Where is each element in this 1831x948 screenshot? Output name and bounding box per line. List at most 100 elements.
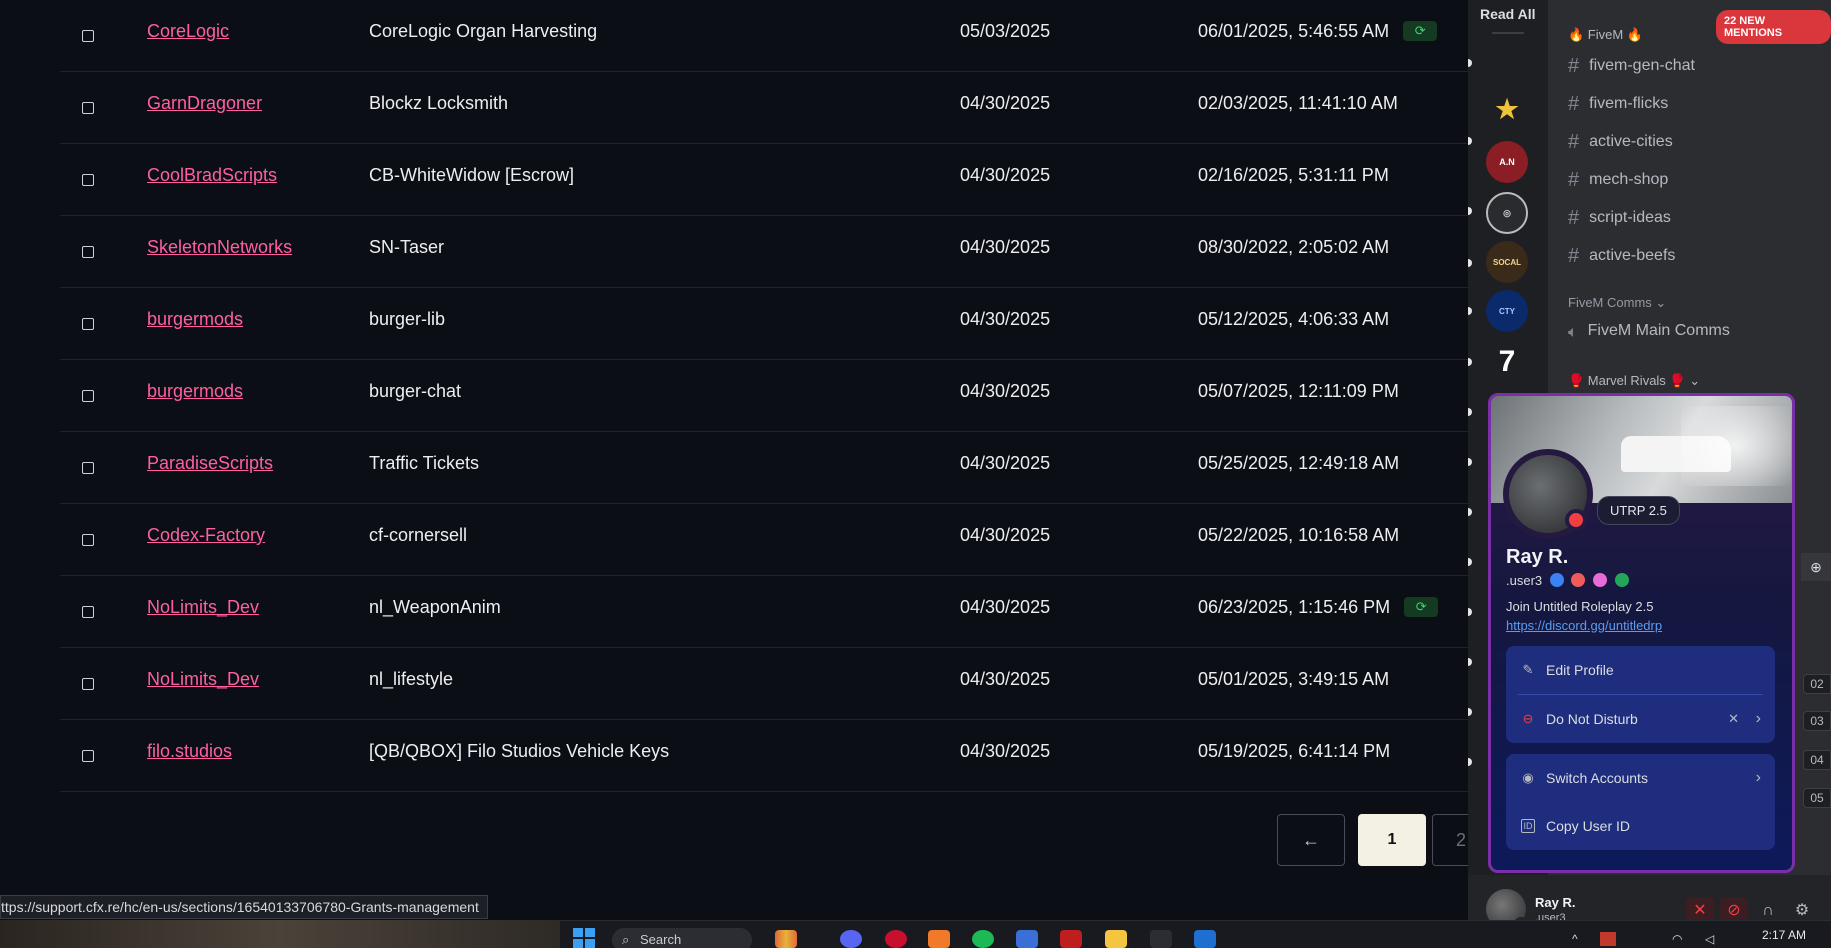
created-date: 04/30/2025: [960, 453, 1051, 473]
hash-icon: #: [1568, 93, 1580, 115]
server-seven-icon[interactable]: 7: [1486, 341, 1528, 383]
author-link[interactable]: CoreLogic: [147, 21, 229, 42]
author-link[interactable]: GarnDragoner: [147, 93, 262, 114]
page-2-button[interactable]: 2: [1432, 814, 1468, 866]
add-member-icon[interactable]: ⊕: [1801, 553, 1831, 581]
badge-heart-icon[interactable]: [1571, 573, 1586, 587]
created-date: 04/30/2025: [960, 525, 1051, 545]
new-mentions-badge[interactable]: 22 NEW MENTIONS: [1716, 10, 1831, 44]
author-link[interactable]: NoLimits_Dev: [147, 669, 259, 690]
server-county-icon[interactable]: CTY: [1486, 290, 1528, 332]
page-1-button[interactable]: 1: [1358, 814, 1426, 866]
author-link[interactable]: Codex-Factory: [147, 525, 265, 546]
taskbar-app-icon[interactable]: [1150, 930, 1172, 948]
row-checkbox[interactable]: [82, 102, 94, 114]
copy-user-id-button[interactable]: ID Copy User ID: [1506, 802, 1775, 850]
prev-page-button[interactable]: ←: [1277, 814, 1345, 866]
edit-profile-button[interactable]: ✎ Edit Profile: [1506, 646, 1775, 694]
channel-label: FiveM Main Comms: [1587, 322, 1730, 339]
profile-invite-link[interactable]: https://discord.gg/untitledrp: [1506, 618, 1662, 633]
windows-start-icon[interactable]: [573, 928, 595, 948]
author-link[interactable]: filo.studios: [147, 741, 232, 762]
file-explorer-taskbar-icon[interactable]: [1105, 930, 1127, 948]
author-link[interactable]: burgermods: [147, 309, 243, 330]
row-checkbox[interactable]: [82, 246, 94, 258]
id-icon: ID: [1521, 819, 1535, 833]
volume-icon[interactable]: ◁: [1705, 932, 1714, 946]
updated-timestamp: 02/16/2025, 5:31:11 PM: [1198, 165, 1389, 186]
list-number-tab: 05: [1803, 788, 1831, 808]
taskbar-app-icon[interactable]: [1016, 930, 1038, 948]
unread-pip: [1468, 658, 1472, 666]
unread-pip: [1468, 207, 1472, 215]
refresh-icon: ⟳: [1403, 21, 1438, 41]
server-california-icon[interactable]: SOCAL: [1486, 241, 1528, 283]
taskbar-search[interactable]: ⌕ Search: [612, 928, 752, 948]
row-checkbox[interactable]: [82, 534, 94, 546]
created-date: 04/30/2025: [960, 741, 1051, 761]
updated-timestamp: 02/03/2025, 11:41:10 AM: [1198, 93, 1398, 114]
channel-label: active-beefs: [1589, 247, 1676, 264]
updated-text: 05/25/2025, 12:49:18 AM: [1198, 453, 1400, 473]
resource-name: CoreLogic Organ Harvesting: [369, 21, 598, 41]
row-checkbox[interactable]: [82, 678, 94, 690]
taskbar-app-icon[interactable]: [928, 930, 950, 948]
updated-timestamp: 05/19/2025, 6:41:14 PM: [1198, 741, 1390, 762]
row-checkbox[interactable]: [82, 30, 94, 42]
author-link[interactable]: NoLimits_Dev: [147, 597, 259, 618]
channel-active-beefs[interactable]: # active-beefs: [1568, 245, 1675, 268]
dnd-icon: ⊖: [1522, 711, 1534, 726]
badge-hash-icon[interactable]: [1614, 573, 1629, 587]
row-checkbox[interactable]: [82, 750, 94, 762]
row-checkbox[interactable]: [82, 606, 94, 618]
refresh-icon: ⟳: [1404, 597, 1439, 617]
switch-accounts-button[interactable]: ◉ Switch Accounts ›: [1506, 754, 1775, 802]
author-link[interactable]: CoolBradScripts: [147, 165, 277, 186]
read-all-button[interactable]: Read All: [1480, 6, 1536, 22]
channel-script-ideas[interactable]: # script-ideas: [1568, 207, 1671, 230]
filezilla-taskbar-icon[interactable]: [1060, 930, 1082, 948]
badge-nitro-icon[interactable]: [1593, 573, 1608, 587]
taskbar-clock[interactable]: 2:17 AM: [1762, 928, 1806, 942]
user-name[interactable]: Ray R.: [1535, 895, 1575, 910]
row-checkbox[interactable]: [82, 390, 94, 402]
taskbar-app-icon[interactable]: [775, 930, 797, 948]
row-checkbox[interactable]: [82, 174, 94, 186]
list-number-tab: 02: [1803, 674, 1831, 694]
wifi-icon[interactable]: ◠: [1672, 932, 1682, 946]
hash-icon: #: [1568, 245, 1580, 267]
channel-fivem-gen-chat[interactable]: # fivem-gen-chat: [1568, 55, 1695, 78]
category-fivem[interactable]: 🔥 FiveM 🔥: [1568, 27, 1643, 43]
category-marvel-rivals[interactable]: 🥊 Marvel Rivals 🥊 ⌄: [1568, 373, 1700, 389]
category-fivem-comms[interactable]: FiveM Comms ⌄: [1568, 295, 1666, 311]
spotify-taskbar-icon[interactable]: [972, 930, 994, 948]
channel-active-cities[interactable]: # active-cities: [1568, 131, 1673, 154]
created-date: 04/30/2025: [960, 165, 1051, 185]
row-checkbox[interactable]: [82, 318, 94, 330]
resource-name: burger-chat: [369, 381, 462, 401]
author-link[interactable]: burgermods: [147, 381, 243, 402]
server-seal-icon[interactable]: ◎: [1486, 192, 1528, 234]
server-nuclear-icon[interactable]: A.N: [1486, 141, 1528, 183]
author-link[interactable]: SkeletonNetworks: [147, 237, 292, 258]
voice-channel-fivem-main-comms[interactable]: 🔈︎ FiveM Main Comms: [1568, 322, 1730, 342]
updated-text: 06/01/2025, 5:46:55 AM: [1198, 21, 1390, 41]
badge-active-developer-icon[interactable]: [1549, 573, 1564, 587]
unread-pip: [1468, 259, 1472, 267]
discord-taskbar-icon[interactable]: [840, 930, 862, 948]
author-link[interactable]: ParadiseScripts: [147, 453, 273, 474]
do-not-disturb-button[interactable]: ⊖ Do Not Disturb ✕ ›: [1506, 695, 1775, 743]
list-number-tab: 04: [1803, 750, 1831, 770]
tray-app-icon[interactable]: [1600, 932, 1616, 946]
opera-taskbar-icon[interactable]: [885, 930, 907, 948]
created-date: 04/30/2025: [960, 597, 1051, 617]
row-checkbox[interactable]: [82, 462, 94, 474]
menu-label: Switch Accounts: [1546, 770, 1648, 786]
channel-mech-shop[interactable]: # mech-shop: [1568, 169, 1668, 192]
updated-timestamp: 05/07/2025, 12:11:09 PM: [1198, 381, 1399, 402]
taskbar-app-icon[interactable]: [1194, 930, 1216, 948]
tray-chevron-up-icon[interactable]: ^: [1572, 932, 1578, 946]
resource-name: Traffic Tickets: [369, 453, 480, 473]
server-badge-star-icon[interactable]: ★: [1486, 88, 1528, 130]
channel-fivem-flicks[interactable]: # fivem-flicks: [1568, 93, 1668, 116]
